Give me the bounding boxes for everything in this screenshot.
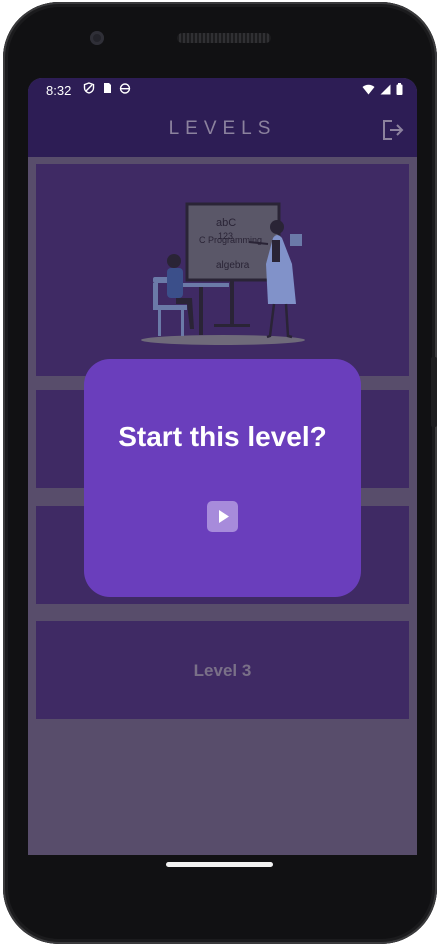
dialog-scrim[interactable]: Start this level? — [28, 78, 417, 855]
front-camera — [90, 31, 104, 45]
play-button[interactable] — [207, 501, 238, 532]
dialog-title: Start this level? — [118, 421, 327, 452]
power-button — [431, 357, 437, 427]
start-level-dialog: Start this level? — [84, 359, 361, 597]
phone-frame: 8:32 LEVELS abC 123 C Programming algebr… — [3, 2, 437, 944]
earpiece-speaker — [177, 33, 271, 43]
home-gesture-bar[interactable] — [166, 862, 273, 867]
app-screen: 8:32 LEVELS abC 123 C Programming algebr… — [28, 78, 417, 855]
play-icon — [219, 510, 229, 523]
